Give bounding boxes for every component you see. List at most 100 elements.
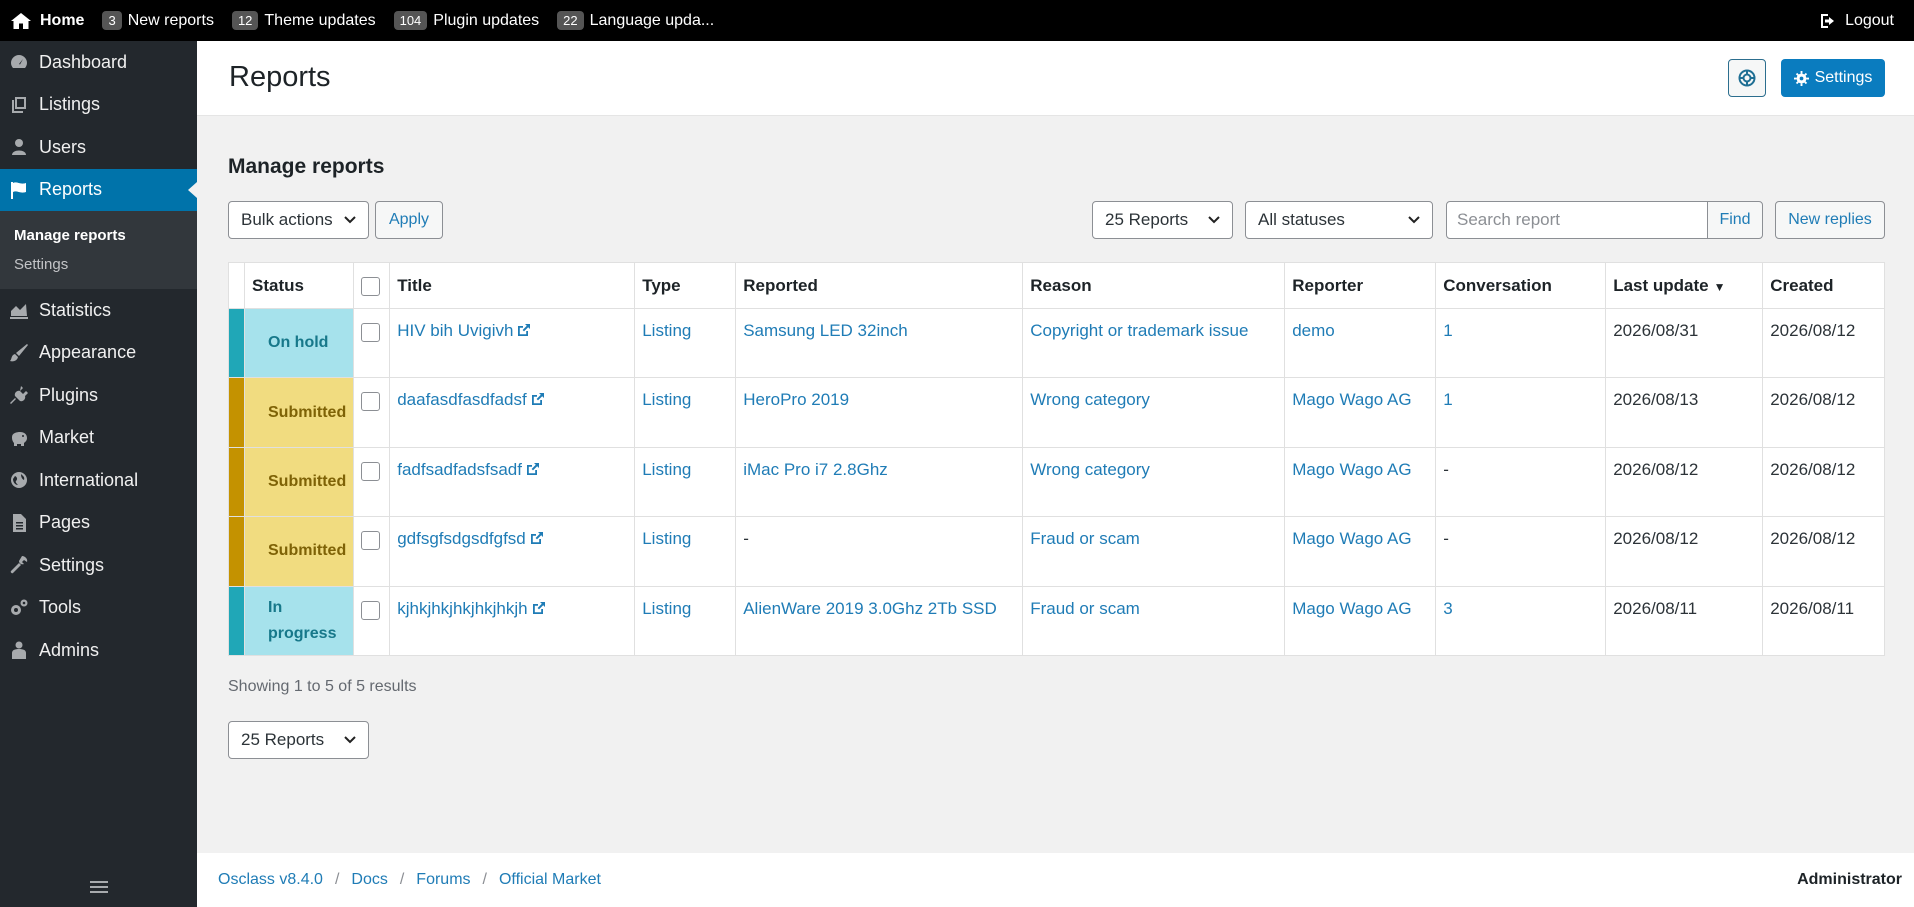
conversation-link[interactable]: 1: [1443, 390, 1452, 409]
sidebar-item-dashboard[interactable]: Dashboard: [0, 41, 197, 84]
report-title-link[interactable]: gdfsgfsdgsdfgfsd: [397, 529, 544, 548]
find-button[interactable]: Find: [1707, 201, 1763, 239]
type-cell: Listing: [634, 585, 737, 656]
search-report-input[interactable]: [1446, 201, 1708, 239]
plug-icon: [10, 386, 28, 405]
column-header-created[interactable]: Created: [1762, 262, 1885, 309]
bulk-actions-select[interactable]: Bulk actions: [228, 201, 369, 239]
column-header-reason[interactable]: Reason: [1022, 262, 1286, 309]
topbar-theme-updates[interactable]: 12 Theme updates: [231, 11, 376, 30]
row-checkbox[interactable]: [361, 600, 381, 620]
collapse-menu-button[interactable]: [0, 867, 197, 907]
breadcrumb-separator: /: [334, 871, 340, 888]
logout-link[interactable]: Logout: [1820, 0, 1894, 41]
external-link-icon: [532, 601, 545, 614]
sidebar-item-market[interactable]: Market: [0, 417, 197, 460]
type-link[interactable]: Listing: [642, 529, 691, 548]
new-replies-button[interactable]: New replies: [1775, 201, 1885, 239]
menu-icon: [89, 881, 108, 893]
sidebar-item-settings[interactable]: Settings: [0, 544, 197, 587]
status-filter-select[interactable]: All statuses: [1245, 201, 1433, 239]
apply-button[interactable]: Apply: [375, 201, 443, 239]
report-title-link[interactable]: kjhkjhkjhkjhkjhkjh: [397, 599, 545, 618]
row-checkbox[interactable]: [361, 531, 381, 551]
admin-topbar: Home 3 New reports 12 Theme updates 104 …: [0, 0, 1914, 41]
piggy-icon: [12, 431, 27, 446]
column-header-last-update[interactable]: Last update ▼: [1605, 262, 1764, 309]
submenu-manage-reports[interactable]: Manage reports: [0, 221, 197, 250]
sidebar-item-admins[interactable]: Admins: [0, 629, 197, 672]
sidebar-item-tools[interactable]: Tools: [0, 587, 197, 630]
reason-link[interactable]: Wrong category: [1030, 390, 1150, 409]
reporter-link[interactable]: demo: [1292, 321, 1335, 340]
row-select-cell: [353, 377, 391, 448]
reason-cell: Fraud or scam: [1022, 585, 1286, 656]
sidebar-item-users[interactable]: Users: [0, 126, 197, 169]
row-checkbox[interactable]: [361, 461, 381, 481]
conversation-link[interactable]: -: [1443, 529, 1449, 548]
sidebar-item-plugins[interactable]: Plugins: [0, 374, 197, 417]
row-checkbox[interactable]: [361, 392, 381, 412]
column-header-title[interactable]: Title: [389, 262, 636, 309]
column-header-type[interactable]: Type: [634, 262, 737, 309]
brush-icon: [10, 343, 28, 362]
topbar-new-reports[interactable]: 3 New reports: [102, 11, 214, 30]
per-page-select[interactable]: 25 Reports: [1092, 201, 1233, 239]
status-badge: In progress: [243, 585, 355, 656]
reporter-link[interactable]: Mago Wago AG: [1292, 390, 1411, 409]
footer-link-version[interactable]: Osclass v8.4.0: [218, 871, 323, 889]
reason-link[interactable]: Wrong category: [1030, 460, 1150, 479]
sidebar-item-label: Settings: [39, 554, 105, 575]
sidebar-item-label: International: [39, 469, 139, 490]
footer-link-market[interactable]: Official Market: [499, 871, 601, 889]
topbar-home-link[interactable]: Home: [10, 12, 84, 30]
sidebar-item-reports[interactable]: Reports: [0, 168, 197, 211]
topbar-language-updates[interactable]: 22 Language upda...: [557, 11, 714, 30]
reported-item-link[interactable]: iMac Pro i7 2.8Ghz: [743, 460, 888, 479]
topbar-plugin-updates[interactable]: 104 Plugin updates: [393, 11, 539, 30]
help-button[interactable]: [1728, 59, 1766, 97]
sidebar-item-international[interactable]: International: [0, 459, 197, 502]
conversation-link[interactable]: 1: [1443, 321, 1452, 340]
row-checkbox[interactable]: [361, 323, 381, 342]
sidebar-item-listings[interactable]: Listings: [0, 84, 197, 127]
type-link[interactable]: Listing: [642, 321, 691, 340]
reported-item-link[interactable]: HeroPro 2019: [743, 390, 849, 409]
report-title: HIV bih Uvigivh: [397, 321, 514, 340]
report-title-link[interactable]: fadfsadfadsfsadf: [397, 460, 540, 479]
reason-link[interactable]: Copyright or trademark issue: [1030, 321, 1248, 340]
footer-link-forums[interactable]: Forums: [416, 871, 470, 889]
reason-link[interactable]: Fraud or scam: [1030, 529, 1140, 548]
reported-item-link[interactable]: -: [743, 529, 749, 548]
reporter-link[interactable]: Mago Wago AG: [1292, 599, 1411, 618]
type-link[interactable]: Listing: [642, 599, 691, 618]
report-title-link[interactable]: HIV bih Uvigivh: [397, 321, 531, 340]
conversation-link[interactable]: -: [1443, 460, 1449, 479]
users-icon: [12, 139, 26, 156]
reason-link[interactable]: Fraud or scam: [1030, 599, 1140, 618]
column-header-reported[interactable]: Reported: [735, 262, 1024, 309]
type-link[interactable]: Listing: [642, 390, 691, 409]
reporter-link[interactable]: Mago Wago AG: [1292, 460, 1411, 479]
type-link[interactable]: Listing: [642, 460, 691, 479]
sidebar-item-pages[interactable]: Pages: [0, 502, 197, 545]
select-all-checkbox[interactable]: [361, 276, 381, 296]
sidebar-item-statistics[interactable]: Statistics: [0, 289, 197, 332]
settings-button[interactable]: Settings: [1781, 59, 1885, 97]
column-header-status[interactable]: Status: [243, 262, 355, 309]
column-header-reporter[interactable]: Reporter: [1284, 262, 1437, 309]
conversation-link[interactable]: 3: [1443, 599, 1452, 618]
reporter-link[interactable]: Mago Wago AG: [1292, 529, 1411, 548]
per-page-select-bottom[interactable]: 25 Reports: [228, 721, 369, 759]
sidebar-item-appearance[interactable]: Appearance: [0, 332, 197, 375]
sidebar-item-label: Listings: [39, 94, 101, 115]
title-cell: daafasdfasdfadsf: [389, 377, 636, 448]
sidebar-item-label: Dashboard: [39, 51, 128, 72]
submenu-settings[interactable]: Settings: [0, 250, 197, 279]
reported-item-link[interactable]: Samsung LED 32inch: [743, 321, 907, 340]
reported-item-link[interactable]: AlienWare 2019 3.0Ghz 2Tb SSD: [743, 599, 997, 618]
footer-link-docs[interactable]: Docs: [351, 871, 387, 889]
reports-submenu: Manage reports Settings: [0, 211, 197, 289]
column-header-conversation[interactable]: Conversation: [1435, 262, 1607, 309]
report-title-link[interactable]: daafasdfasdfadsf: [397, 390, 544, 409]
